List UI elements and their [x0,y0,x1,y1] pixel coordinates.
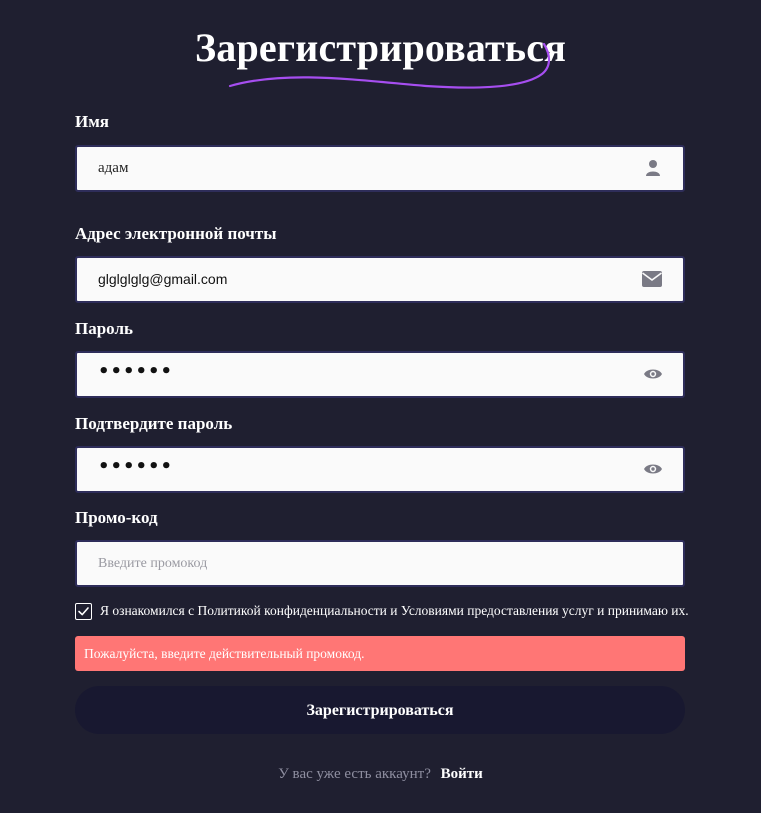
user-icon [643,158,663,178]
login-question: У вас уже есть аккаунт? [278,766,431,782]
terms-label: Я ознакомился с Политикой конфиденциальн… [100,603,689,618]
promo-input[interactable]: Введите промокод [75,540,685,587]
confirm-password-value: •••••• [98,456,174,477]
register-button[interactable]: Зарегистрироваться [75,686,685,734]
promo-placeholder: Введите промокод [98,556,208,571]
confirm-password-field[interactable]: •••••• [75,446,685,493]
error-message: Пожалуйста, введите действительный промо… [84,646,365,661]
eye-icon[interactable] [643,364,663,384]
login-link[interactable]: Войти [441,766,483,782]
password-label: Пароль [75,319,133,338]
name-value: адам [98,160,129,176]
password-field[interactable]: •••••• [75,351,685,398]
eye-icon[interactable] [643,459,663,479]
terms-row: Я ознакомился с Политикой конфиденциальн… [75,603,695,623]
check-icon [78,607,89,616]
name-label: Имя [75,112,109,131]
envelope-icon [641,269,663,289]
confirm-password-label: Подтвердите пароль [75,414,233,433]
promo-label: Промо-код [75,508,158,527]
email-field[interactable]: glglglglg@gmail.com [75,256,685,303]
password-value: •••••• [98,361,174,382]
login-prompt: У вас уже есть аккаунт? Войти [0,766,761,783]
terms-checkbox[interactable] [75,603,92,620]
title-underline-decoration [228,42,551,89]
email-value: glglglglg@gmail.com [98,271,228,287]
email-label: Адрес электронной почты [75,224,277,243]
error-alert: Пожалуйста, введите действительный промо… [75,636,685,671]
name-field[interactable]: адам [75,145,685,192]
